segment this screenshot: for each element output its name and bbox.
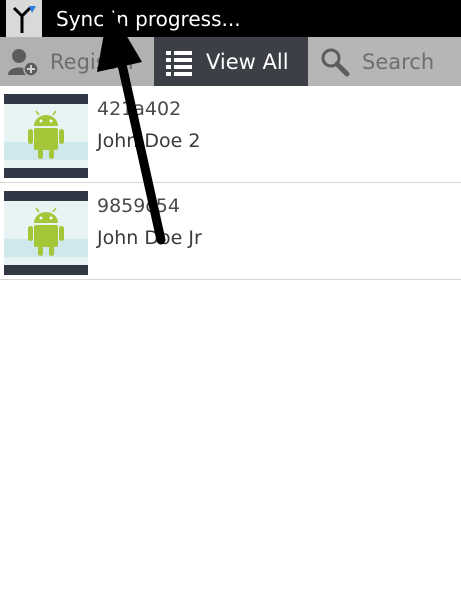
list-item[interactable]: 9859c54 John Doe Jr [0, 183, 461, 280]
antenna-sync-icon [6, 0, 42, 37]
item-id: 421a402 [97, 98, 182, 120]
android-robot-icon [4, 94, 88, 178]
contact-list: 421a402 John Doe 2 9859c54 John Doe Jr [0, 86, 461, 280]
list-item[interactable]: 421a402 John Doe 2 [0, 86, 461, 183]
item-name: John Doe 2 [97, 130, 201, 152]
tab-search[interactable]: Search [308, 37, 461, 86]
search-icon [318, 45, 352, 79]
tab-view-all[interactable]: View All [154, 37, 308, 86]
tab-bar: Register View All Search [0, 37, 461, 86]
status-bar: Sync in progress... [0, 0, 461, 37]
item-name: John Doe Jr [97, 227, 202, 249]
add-user-icon [6, 45, 40, 79]
list-icon [162, 45, 196, 79]
status-text: Sync in progress... [56, 6, 241, 31]
app-screen: Sync in progress... Register View All Se… [0, 0, 461, 616]
tab-register[interactable]: Register [0, 37, 154, 86]
tab-register-label: Register [50, 49, 137, 74]
item-id: 9859c54 [97, 195, 180, 217]
tab-search-label: Search [362, 49, 435, 74]
android-robot-icon [4, 191, 88, 275]
tab-view-all-label: View All [206, 49, 289, 74]
